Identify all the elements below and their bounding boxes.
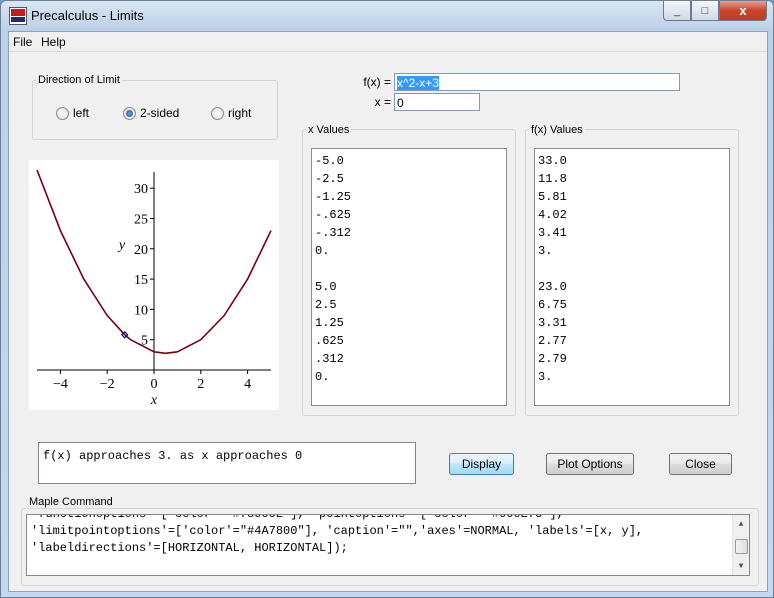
y-tick-label: 10 [134, 303, 148, 318]
x-value-item[interactable]: .312 [315, 350, 503, 368]
fx-value-item[interactable]: 3. [538, 242, 726, 260]
y-tick-label: 20 [134, 243, 148, 258]
radio-right-dot[interactable] [211, 106, 224, 120]
x-value-item[interactable]: 5.0 [315, 278, 503, 296]
x-tick-label: −2 [100, 377, 115, 392]
y-tick-label: 30 [134, 182, 148, 197]
scroll-up-arrow[interactable]: ▲ [733, 517, 749, 531]
maple-line: 'limitpointoptions'=['color'="#4A7800"],… [31, 524, 644, 538]
maple-command-text: 'functionoptions'=['color'="#78000E"], '… [31, 514, 644, 557]
x-input[interactable]: 0 [394, 93, 480, 111]
maple-group-label: Maple Command [27, 496, 115, 508]
radio-left-dot[interactable] [56, 106, 69, 120]
y-axis-label: y [117, 238, 126, 253]
scroll-down-arrow[interactable]: ▼ [733, 559, 749, 573]
x-value-item[interactable]: 0. [315, 368, 503, 386]
fx-value-item[interactable]: 11.8 [538, 170, 726, 188]
radio-2-sided-dot[interactable] [123, 106, 136, 120]
y-tick-label: 15 [134, 273, 148, 288]
menu-bar: File Help [9, 32, 767, 52]
client-area: File Help Direction of Limit left 2-side… [8, 31, 768, 592]
fx-value-item[interactable]: 23.0 [538, 278, 726, 296]
y-tick-label: 25 [134, 212, 148, 227]
minimize-button[interactable]: _ [663, 1, 691, 21]
x-label: x = [374, 95, 391, 109]
x-value-item[interactable]: -.312 [315, 224, 503, 242]
fx-value-item[interactable] [538, 260, 726, 278]
radio-right[interactable]: right [211, 106, 251, 120]
maple-line: 'labeldirections'=[HORIZONTAL, HORIZONTA… [31, 541, 348, 555]
x-value-item[interactable]: 0. [315, 242, 503, 260]
close-window-button[interactable]: x [719, 1, 767, 21]
limit-plot-svg: −4 −2 0 2 451015202530xy [36, 169, 272, 408]
x-value-item[interactable]: -2.5 [315, 170, 503, 188]
x-value-item[interactable]: -.625 [315, 206, 503, 224]
x-tick-label: 2 [197, 377, 204, 392]
app-window: Precalculus - Limits _ □ x File Help Dir… [0, 0, 774, 598]
fx-value-item[interactable]: 33.0 [538, 152, 726, 170]
x-value-item[interactable]: -1.25 [315, 188, 503, 206]
fx-value-item[interactable]: 6.75 [538, 296, 726, 314]
maximize-button[interactable]: □ [691, 1, 719, 21]
maple-app-icon [9, 7, 27, 25]
x-values-label: x Values [306, 124, 352, 136]
x-value-item[interactable] [315, 260, 503, 278]
fx-value-item[interactable]: 3. [538, 368, 726, 386]
x-value-item[interactable]: 2.5 [315, 296, 503, 314]
fx-value-item[interactable]: 2.77 [538, 332, 726, 350]
x-value-item[interactable]: -5.0 [315, 152, 503, 170]
radio-left-label: left [73, 106, 90, 120]
title-bar[interactable]: Precalculus - Limits _ □ x [1, 1, 773, 31]
radio-left[interactable]: left [56, 106, 89, 120]
fx-values-label: f(x) Values [529, 124, 585, 136]
fx-value-item[interactable]: 3.31 [538, 314, 726, 332]
menu-help[interactable]: Help [41, 35, 66, 49]
maple-scrollbar[interactable]: ▲ ▼ [732, 515, 749, 575]
x-axis-label: x [150, 393, 158, 408]
fx-value-item[interactable]: 2.79 [538, 350, 726, 368]
radio-2-sided[interactable]: 2-sided [123, 106, 179, 120]
display-button[interactable]: Display [449, 453, 514, 475]
x-value-item[interactable]: .625 [315, 332, 503, 350]
result-box: f(x) approaches 3. as x approaches 0 [38, 442, 416, 484]
fx-value-item[interactable]: 5.81 [538, 188, 726, 206]
window-controls: _ □ x [663, 1, 767, 21]
fx-value-item[interactable]: 4.02 [538, 206, 726, 224]
menu-file[interactable]: File [13, 35, 32, 49]
plot-options-button[interactable]: Plot Options [546, 453, 634, 475]
close-button[interactable]: Close [669, 453, 732, 475]
fx-value-item[interactable]: 3.41 [538, 224, 726, 242]
x-values-list[interactable]: -5.0 -2.5 -1.25 -.625 -.312 0. 5.0 2.5 1.25.625… [311, 148, 507, 406]
x-tick-label: 0 [151, 377, 158, 392]
direction-group-label: Direction of Limit [36, 74, 122, 86]
fx-input-value: x^2-x+3 [397, 76, 439, 90]
radio-right-label: right [228, 106, 252, 120]
fx-values-list[interactable]: 33.0 11.8 5.81 4.02 3.41 3. 23.0 6.75 3.31 2.77 2… [534, 148, 730, 406]
radio-2-sided-label: 2-sided [140, 106, 180, 120]
scroll-thumb[interactable] [735, 539, 748, 554]
maple-command-box[interactable]: 'functionoptions'=['color'="#78000E"], '… [26, 514, 750, 576]
maple-line: 'functionoptions'=['color'="#78000E"], '… [31, 514, 564, 521]
window-title: Precalculus - Limits [31, 8, 144, 23]
x-tick-label: 4 [244, 377, 251, 392]
x-value-item[interactable]: 1.25 [315, 314, 503, 332]
x-tick-label: −4 [53, 377, 68, 392]
fx-input[interactable]: x^2-x+3 [394, 73, 680, 91]
fx-label: f(x) = [363, 75, 391, 89]
limit-plot: −4 −2 0 2 4 5 10 15 20 25 30 x y [29, 160, 279, 410]
